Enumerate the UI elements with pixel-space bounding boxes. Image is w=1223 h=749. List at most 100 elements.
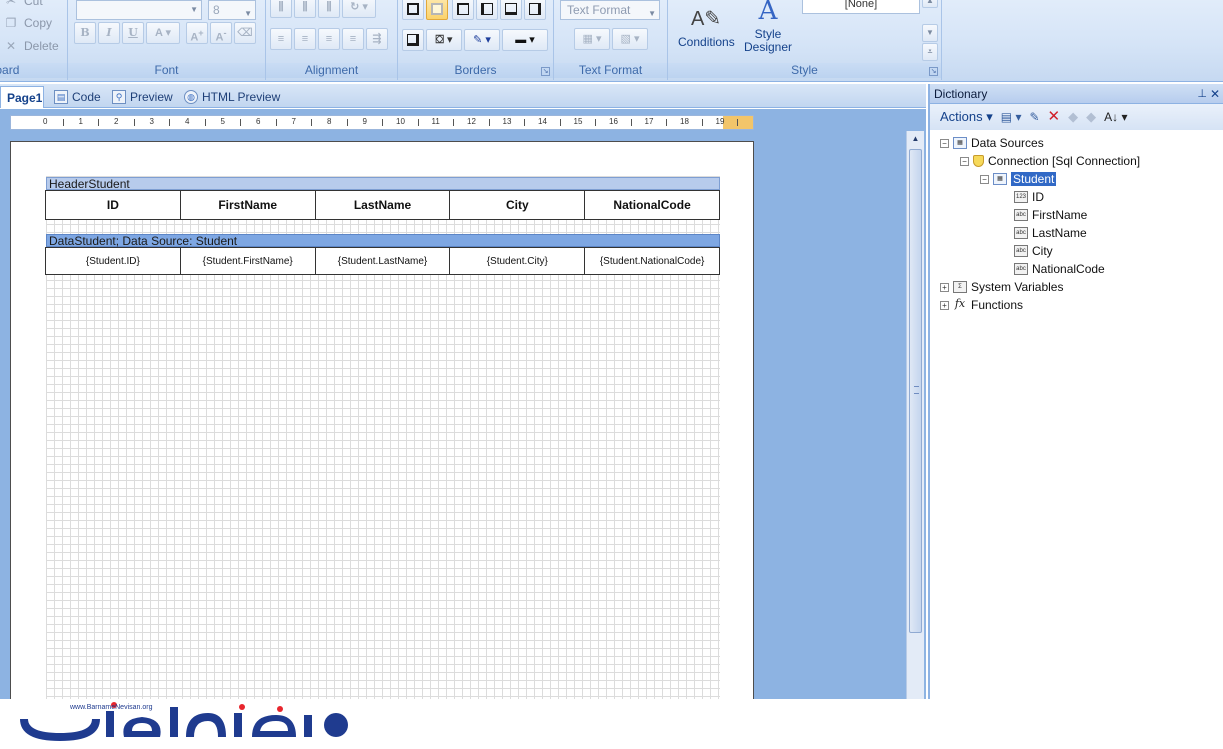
border-left-button[interactable]: [452, 0, 474, 20]
ruler-label: 5: [220, 117, 225, 126]
shadow-button[interactable]: [402, 29, 424, 51]
font-name-combo[interactable]: ▼: [76, 0, 202, 20]
tab-code[interactable]: ▤ Code: [48, 86, 107, 108]
tree-node-field[interactable]: abc FirstName: [1014, 207, 1087, 223]
tree-node-data-sources[interactable]: − ▦ Data Sources: [940, 135, 1044, 151]
data-cell[interactable]: {Student.LastName}: [314, 247, 451, 275]
ruler-tick: [737, 119, 739, 126]
header-cell[interactable]: FirstName: [179, 190, 316, 220]
string-field-icon: abc: [1014, 209, 1028, 221]
move-down-icon[interactable]: ◆: [1086, 104, 1096, 130]
text-format-combo[interactable]: Text Format ▼: [560, 0, 660, 20]
data-cell[interactable]: {Student.City}: [449, 247, 586, 275]
expand-icon[interactable]: +: [940, 300, 949, 310]
style-more-button[interactable]: ⩡: [922, 43, 938, 61]
align-middle-button[interactable]: ⫼: [294, 0, 316, 18]
clear-format-button[interactable]: ⌫: [234, 22, 256, 44]
border-all-icon: [407, 3, 419, 16]
new-item-icon[interactable]: ▤ ▾: [1001, 104, 1022, 130]
rotate-text-button[interactable]: ↻ ▾: [342, 0, 376, 18]
tree-node-functions[interactable]: + fx Functions: [940, 297, 1023, 313]
align-right-button[interactable]: ≡: [318, 28, 340, 50]
font-size-combo[interactable]: 8 ▼: [208, 0, 256, 20]
style-dialog-launcher-icon[interactable]: ↘: [929, 67, 938, 76]
pin-icon[interactable]: ⊥: [1197, 84, 1207, 104]
copy-button[interactable]: ❐ Copy: [4, 16, 52, 30]
tree-node-field[interactable]: abc LastName: [1014, 225, 1087, 241]
cut-button[interactable]: ✂ Cut: [4, 0, 43, 8]
scroll-thumb[interactable]: [909, 149, 922, 633]
edit-icon[interactable]: ✎: [1029, 104, 1039, 130]
header-cell[interactable]: ID: [45, 190, 181, 220]
tree-node-field[interactable]: 123 ID: [1014, 189, 1044, 205]
header-band[interactable]: HeaderStudent: [46, 177, 720, 191]
border-none-button[interactable]: [426, 0, 448, 20]
shrink-font-button[interactable]: A-: [210, 22, 232, 44]
tree-node-field[interactable]: abc NationalCode: [1014, 261, 1105, 277]
font-color-button[interactable]: A ▾: [146, 22, 180, 44]
tree-node-system-variables[interactable]: + Σ System Variables: [940, 279, 1063, 295]
conditions-button[interactable]: A✎ Conditions: [678, 4, 735, 49]
ruler-tick: [311, 119, 313, 126]
align-center-button[interactable]: ≡: [294, 28, 316, 50]
delete-icon[interactable]: ✕: [1048, 104, 1061, 130]
style-combo[interactable]: [None]: [802, 0, 920, 14]
expand-icon[interactable]: +: [940, 282, 949, 292]
code-icon: ▤: [54, 90, 68, 104]
report-page[interactable]: HeaderStudent ID FirstName LastName City…: [10, 141, 754, 702]
vertical-scrollbar[interactable]: ▲: [906, 131, 924, 699]
close-icon[interactable]: ✕: [1210, 84, 1220, 104]
border-top-button[interactable]: [500, 0, 522, 20]
align-top-button[interactable]: ⫼: [270, 0, 292, 18]
collapse-icon[interactable]: −: [980, 174, 989, 184]
tab-html-preview[interactable]: ◍ HTML Preview: [178, 86, 286, 108]
tree-node-connection[interactable]: − Connection [Sql Connection]: [960, 153, 1140, 169]
move-up-icon[interactable]: ◆: [1068, 104, 1078, 130]
align-left-button[interactable]: ≡: [270, 28, 292, 50]
chevron-down-icon: ▼: [190, 5, 198, 14]
justify-button[interactable]: ≡: [342, 28, 364, 50]
style-scroll-down-button[interactable]: ▼: [922, 24, 938, 42]
header-cell[interactable]: City: [449, 190, 586, 220]
border-color-button[interactable]: ✎ ▾: [464, 29, 500, 51]
sort-icon[interactable]: A↓ ▾: [1104, 104, 1127, 130]
data-cell[interactable]: {Student.ID}: [45, 247, 181, 275]
data-cell[interactable]: {Student.NationalCode}: [584, 247, 720, 275]
collapse-icon[interactable]: −: [940, 138, 949, 148]
delete-label: Delete: [24, 39, 59, 53]
delete-button[interactable]: ✕ Delete: [4, 39, 59, 53]
tree-node-student-table[interactable]: − ▦ Student: [980, 171, 1057, 187]
tree-node-field[interactable]: abc City: [1014, 243, 1053, 259]
style-group-label: Style: [668, 63, 941, 78]
scroll-up-arrow-icon[interactable]: ▲: [907, 131, 924, 147]
header-cell[interactable]: NationalCode: [584, 190, 720, 220]
format-button-1[interactable]: ▦ ▾: [574, 28, 610, 50]
tab-preview[interactable]: ⚲ Preview: [106, 86, 179, 108]
borders-dialog-launcher-icon[interactable]: ↘: [541, 67, 550, 76]
header-cell[interactable]: LastName: [314, 190, 451, 220]
collapse-icon[interactable]: −: [960, 156, 969, 166]
data-cell[interactable]: {Student.FirstName}: [179, 247, 316, 275]
data-band[interactable]: DataStudent; Data Source: Student: [46, 234, 720, 248]
style-designer-button[interactable]: A Style Designer: [740, 0, 796, 54]
bold-button[interactable]: B: [74, 22, 96, 44]
ruler-label: 18: [680, 117, 689, 126]
align-bottom-button[interactable]: ⫼: [318, 0, 340, 18]
word-wrap-button[interactable]: ⇶: [366, 28, 388, 50]
field-label: NationalCode: [1032, 262, 1105, 276]
fill-color-button[interactable]: ⛋ ▾: [426, 29, 462, 51]
underline-button[interactable]: U: [122, 22, 144, 44]
actions-menu[interactable]: Actions ▾: [940, 104, 993, 130]
border-all-button[interactable]: [402, 0, 424, 20]
system-variables-icon: Σ: [953, 281, 967, 293]
grow-font-button[interactable]: A+: [186, 22, 208, 44]
border-right-button[interactable]: [476, 0, 498, 20]
style-scroll-up-button[interactable]: ▲: [922, 0, 938, 8]
border-bottom-button[interactable]: [524, 0, 546, 20]
format-button-2[interactable]: ▧ ▾: [612, 28, 648, 50]
italic-button[interactable]: I: [98, 22, 120, 44]
tab-page1[interactable]: Page1: [0, 86, 44, 108]
tab-preview-label: Preview: [130, 90, 173, 104]
field-label: FirstName: [1032, 208, 1088, 222]
border-style-button[interactable]: ▬ ▾: [502, 29, 548, 51]
